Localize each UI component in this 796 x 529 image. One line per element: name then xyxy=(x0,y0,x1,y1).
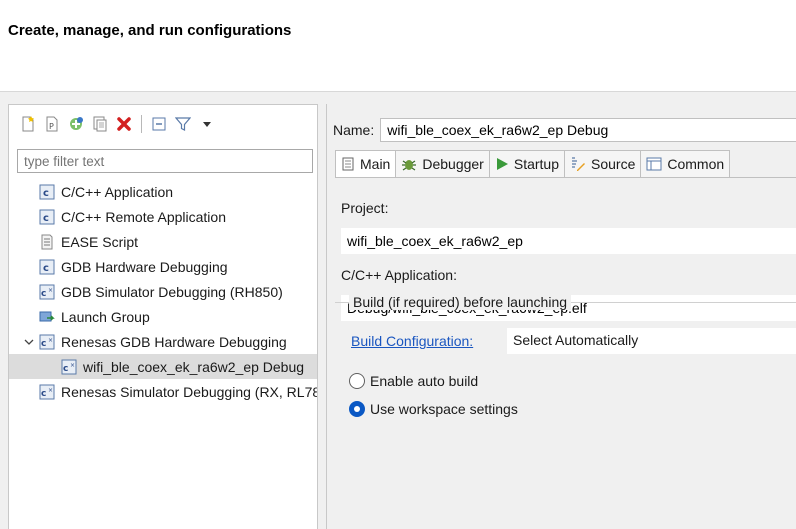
project-field[interactable] xyxy=(341,228,796,254)
svg-text:c: c xyxy=(41,389,46,399)
tree-item-label: GDB Simulator Debugging (RH850) xyxy=(61,283,283,300)
tree-item-gdb-hardware-debugging[interactable]: c GDB Hardware Debugging xyxy=(9,254,317,279)
build-configuration-link[interactable]: Build Configuration: xyxy=(351,333,473,349)
svg-text:×: × xyxy=(48,387,53,394)
launch-group-icon xyxy=(39,311,55,321)
c-debug-config-icon: c × xyxy=(61,359,77,374)
radio-label: Enable auto build xyxy=(370,373,479,389)
svg-text:×: × xyxy=(70,362,75,369)
bug-icon xyxy=(402,160,417,171)
config-toolbar: P xyxy=(17,111,218,137)
pane-splitter[interactable] xyxy=(318,104,326,529)
build-group-title: Build (if required) before launching xyxy=(349,294,572,310)
c-config-icon: c xyxy=(39,184,55,199)
export-config-icon[interactable]: P xyxy=(41,113,63,135)
copy-config-icon[interactable] xyxy=(89,113,111,135)
source-icon xyxy=(572,157,585,171)
dialog-title: Create, manage, and run configurations xyxy=(8,22,292,39)
radio-checked-icon xyxy=(349,401,365,417)
use-workspace-settings-radio[interactable]: Use workspace settings xyxy=(349,401,518,417)
tree-item-renesas-simulator-debugging[interactable]: c × Renesas Simulator Debugging (RX, RL78… xyxy=(9,379,317,404)
c-debug-config-icon: c × xyxy=(39,384,55,399)
dialog-banner: Create, manage, and run configurations xyxy=(0,0,796,92)
filter-input[interactable] xyxy=(17,149,313,173)
svg-text:c: c xyxy=(43,188,49,199)
tree-item-label: Launch Group xyxy=(61,308,150,325)
configuration-list-pane: P c C/C++ Application c C/C++ Remote A xyxy=(8,104,318,529)
tree-item-label: Renesas Simulator Debugging (RX, RL78) xyxy=(61,383,317,400)
tab-label: Main xyxy=(360,156,391,172)
tree-item-ease-script[interactable]: EASE Script xyxy=(9,229,317,254)
config-tabs: Main Debugger Startup Source Common xyxy=(335,150,731,178)
tree-item-label: C/C++ Application xyxy=(61,183,174,200)
name-label: Name: xyxy=(333,122,375,138)
build-configuration-select[interactable]: Select Automatically xyxy=(507,328,796,354)
svg-text:c: c xyxy=(43,213,49,224)
tab-common[interactable]: Common xyxy=(641,150,731,178)
tree-item-launch-group[interactable]: Launch Group xyxy=(9,304,317,329)
c-debug-config-icon: c × xyxy=(39,284,55,299)
svg-text:×: × xyxy=(48,287,53,294)
config-tree: c C/C++ Application c C/C++ Remote Appli… xyxy=(9,179,317,404)
c-config-icon: c xyxy=(39,209,55,224)
enable-auto-build-radio[interactable]: Enable auto build xyxy=(349,373,478,389)
dropdown-arrow-icon[interactable] xyxy=(196,113,218,135)
tab-source[interactable]: Source xyxy=(565,150,642,178)
svg-text:c: c xyxy=(63,364,68,374)
name-row: Name: xyxy=(333,118,796,142)
tree-item-label: wifi_ble_coex_ek_ra6w2_ep Debug xyxy=(83,358,305,375)
c-config-icon: c xyxy=(39,259,55,274)
chevron-down-icon[interactable] xyxy=(23,337,35,347)
toolbar-separator xyxy=(141,115,142,133)
radio-unchecked-icon xyxy=(349,373,365,389)
tab-label: Startup xyxy=(513,156,559,172)
configuration-editor-pane: Name: Main Debugger Startup Source Commo… xyxy=(326,104,796,529)
c-debug-config-icon: c × xyxy=(39,334,55,349)
radio-label: Use workspace settings xyxy=(370,401,518,417)
main-tab-icon xyxy=(342,157,354,171)
svg-text:c: c xyxy=(43,263,49,274)
svg-text:P: P xyxy=(49,122,54,131)
tree-item-cpp-application[interactable]: c C/C++ Application xyxy=(9,179,317,204)
tree-item-wifi-ble-coex-debug[interactable]: c × wifi_ble_coex_ek_ra6w2_ep Debug xyxy=(9,354,317,379)
tree-item-renesas-gdb-hardware-debugging[interactable]: c × Renesas GDB Hardware Debugging xyxy=(9,329,317,354)
tree-item-cpp-remote-application[interactable]: c C/C++ Remote Application xyxy=(9,204,317,229)
tree-item-label: GDB Hardware Debugging xyxy=(61,258,228,275)
svg-text:×: × xyxy=(48,337,53,344)
svg-text:c: c xyxy=(41,289,46,299)
svg-text:c: c xyxy=(41,339,46,349)
tree-item-label: C/C++ Remote Application xyxy=(61,208,226,225)
tree-item-label: Renesas GDB Hardware Debugging xyxy=(61,333,287,350)
tab-startup[interactable]: Startup xyxy=(489,150,565,178)
tree-item-label: EASE Script xyxy=(61,233,139,250)
filter-icon[interactable] xyxy=(172,113,194,135)
new-config-icon[interactable] xyxy=(17,113,39,135)
play-icon xyxy=(496,158,508,170)
tab-label: Debugger xyxy=(422,156,484,172)
application-label: C/C++ Application: xyxy=(341,267,457,283)
tab-label: Source xyxy=(591,156,636,172)
tab-main[interactable]: Main xyxy=(335,150,397,178)
collapse-all-icon[interactable] xyxy=(148,113,170,135)
tree-item-gdb-simulator-debugging[interactable]: c × GDB Simulator Debugging (RH850) xyxy=(9,279,317,304)
duplicate-config-icon[interactable] xyxy=(65,113,87,135)
delete-config-icon[interactable] xyxy=(113,113,135,135)
common-icon xyxy=(646,157,662,171)
build-group: Build (if required) before launching Bui… xyxy=(335,294,796,452)
script-icon xyxy=(41,234,53,249)
name-field[interactable] xyxy=(380,118,796,142)
tab-label: Common xyxy=(667,156,725,172)
project-label: Project: xyxy=(341,200,389,216)
tab-debugger[interactable]: Debugger xyxy=(396,150,490,178)
